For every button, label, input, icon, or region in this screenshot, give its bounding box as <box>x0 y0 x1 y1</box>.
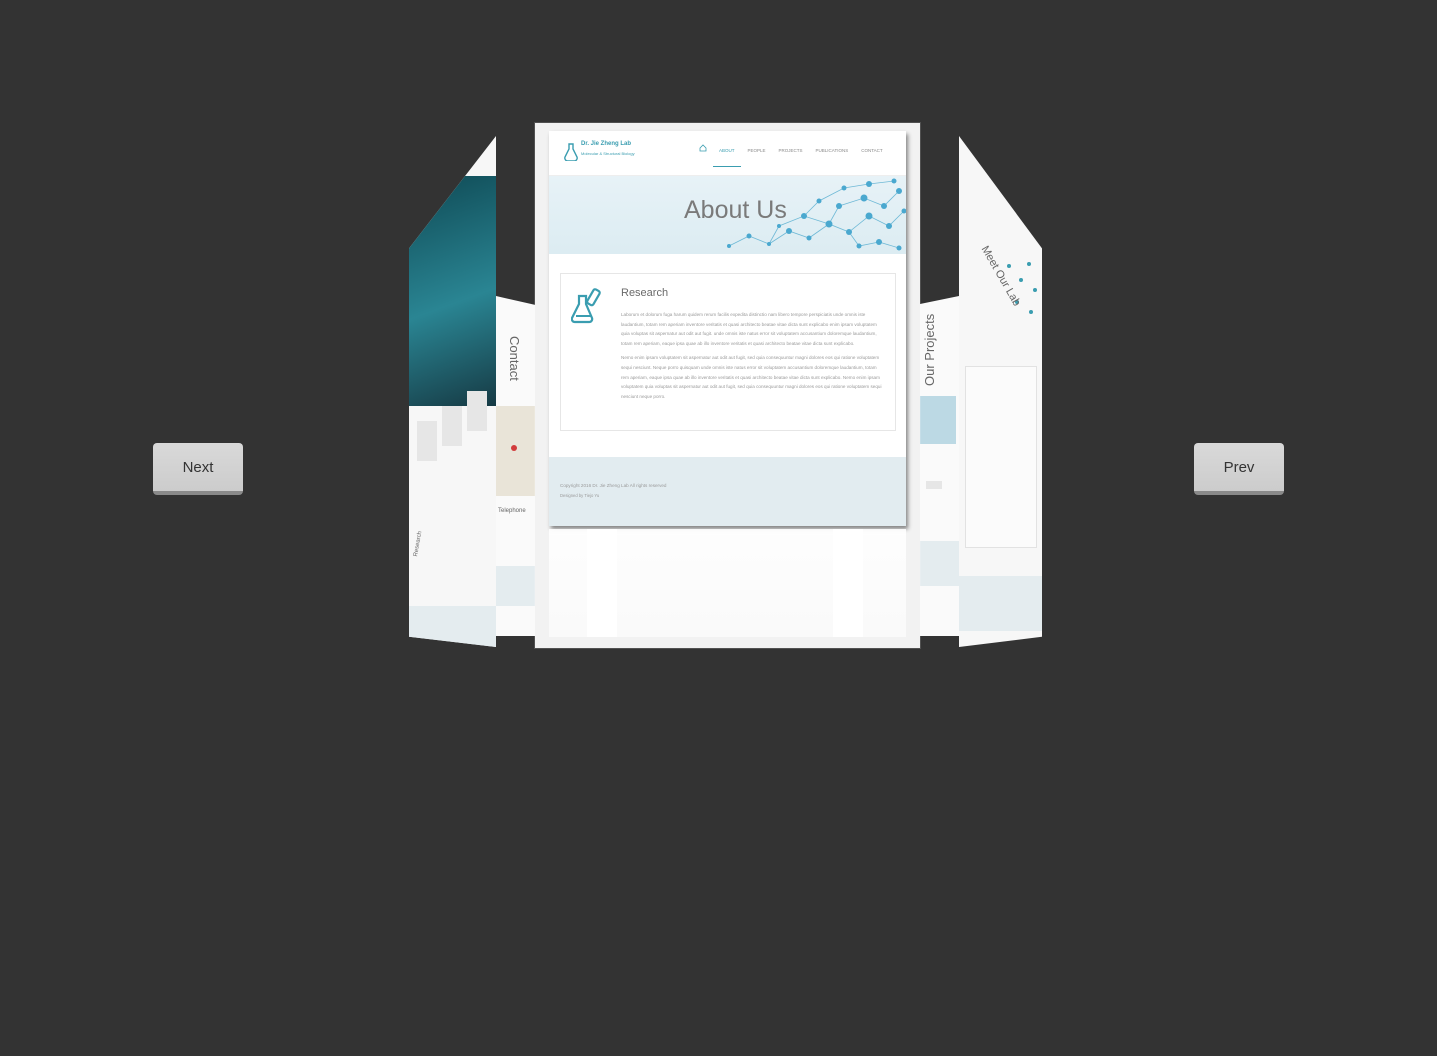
read-more-button <box>926 481 942 489</box>
research-card: Research Laborum et dolorum fuga harum q… <box>560 273 896 431</box>
nav-projects: PROJECTS <box>778 148 803 153</box>
card-paragraph: Laborum et dolorum fuga harum quidem rer… <box>621 312 877 346</box>
people-grid <box>965 366 1037 548</box>
slide-far-right[interactable]: Meet Our Lab <box>959 136 1042 647</box>
site-header: Dr. Jie Zheng Lab Molecular & Structural… <box>549 131 906 176</box>
card-title: Research <box>621 287 669 299</box>
site-nav: ABOUT PEOPLE PROJECTS PUBLICATIONS CONTA… <box>713 148 896 167</box>
site-footer: Copyright 2016 Dr. Jie Zheng Lab All rig… <box>549 457 906 526</box>
nav-publications: PUBLICATIONS <box>815 148 849 153</box>
slide-footer <box>959 576 1042 631</box>
designer-credit: Designed by Tiejo Yu <box>560 493 600 498</box>
card-body: Laborum et dolorum fuga harum quidem rer… <box>621 310 883 406</box>
lab-flask-icon <box>571 288 601 324</box>
carousel-stage: Research Contact Telephone Our Projects … <box>0 0 1437 1056</box>
slide-title: Contact <box>507 336 522 381</box>
copyright-text: Copyright 2016 Dr. Jie Zheng Lab All rig… <box>560 483 667 488</box>
slide-center[interactable]: Dr. Jie Zheng Lab Molecular & Structural… <box>535 123 920 648</box>
home-icon <box>699 144 707 152</box>
slide-caption: Telephone <box>498 508 526 514</box>
nav-about: ABOUT <box>713 148 740 167</box>
next-button[interactable]: Next <box>153 443 243 495</box>
nav-people: PEOPLE <box>747 148 766 153</box>
prev-button[interactable]: Prev <box>1194 443 1284 495</box>
feature-block <box>417 421 437 461</box>
reflection-strip <box>587 529 617 637</box>
feature-block <box>442 406 462 446</box>
hero-banner: About Us <box>549 176 906 254</box>
reflection-strip <box>833 529 863 637</box>
flask-logo-icon <box>564 143 578 161</box>
slide-footer <box>409 606 496 647</box>
feature-block <box>467 391 487 431</box>
lab-name: Dr. Jie Zheng Lab <box>581 141 632 147</box>
lab-subtitle: Molecular & Structural Biology <box>581 151 635 156</box>
slide-heading: Research <box>413 530 424 558</box>
map-pin-icon <box>511 445 517 451</box>
slide-far-left[interactable]: Research <box>409 136 496 647</box>
nav-contact: CONTACT <box>861 148 883 153</box>
slide-title: Our Projects <box>922 313 937 386</box>
slide-hero-image <box>409 176 496 406</box>
page-title: About Us <box>684 196 787 224</box>
card-paragraph: Nemo enim ipsam voluptatem sit aspernatu… <box>621 355 882 399</box>
website-screenshot: Dr. Jie Zheng Lab Molecular & Structural… <box>549 131 906 526</box>
project-image <box>920 396 956 444</box>
map-preview <box>496 406 536 496</box>
